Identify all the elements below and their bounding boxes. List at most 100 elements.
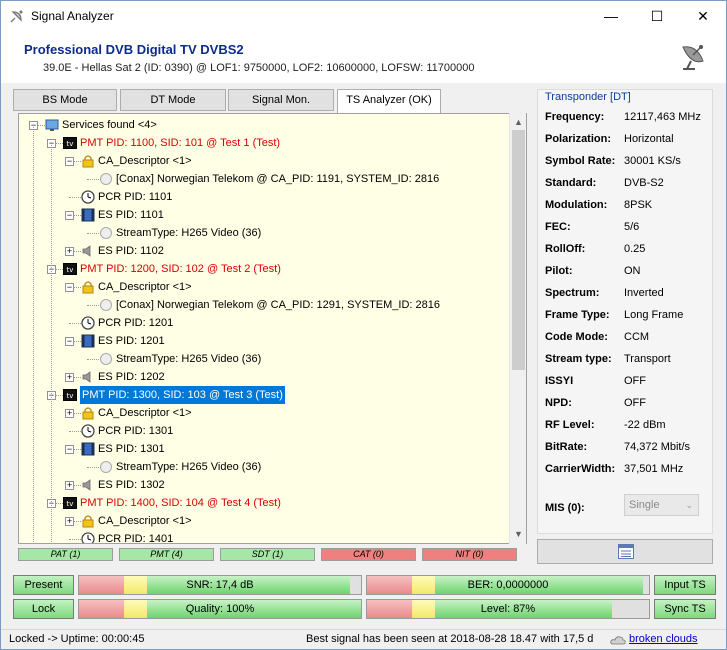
maximize-icon[interactable]: ☐ [634, 1, 680, 31]
tree-node[interactable]: − ES PID: 1201 [19, 332, 509, 350]
tab-signal-mon[interactable]: Signal Mon. [228, 89, 334, 111]
status-pill-pat: PAT (1) [18, 548, 113, 561]
tree-node[interactable]: StreamType: H265 Video (36) [19, 224, 509, 242]
tree-node[interactable]: − tv PMT PID: 1300, SID: 103 @ Test 3 (Tes… [19, 386, 509, 404]
svg-text:tv: tv [67, 500, 74, 508]
list-window-icon [618, 544, 634, 559]
tree-node-label: ES PID: 1102 [98, 245, 164, 257]
transponder-field-value: CCM [624, 331, 650, 343]
service-tree[interactable]: − Services found <4> − tv PMT PID: 1100, SID… [18, 113, 527, 544]
tree-node[interactable]: − ES PID: 1101 [19, 206, 509, 224]
transponder-field-label: Code Mode: [545, 331, 608, 343]
transponder-field-value: OFF [624, 375, 646, 387]
tv-icon: tv [63, 497, 77, 509]
tree-node[interactable]: − ES PID: 1301 [19, 440, 509, 458]
tree-node[interactable]: − tv PMT PID: 1100, SID: 101 @ Test 1 (Tes… [19, 134, 509, 152]
expand-icon[interactable]: + [65, 517, 74, 526]
circle-icon [100, 353, 112, 365]
ber-meter: BER: 0,0000000 [366, 575, 650, 595]
collapse-icon[interactable]: − [65, 445, 74, 454]
status-pill-nit: NIT (0) [422, 548, 517, 561]
circle-icon [100, 173, 112, 185]
svg-text:tv: tv [67, 392, 74, 400]
details-list-button[interactable] [537, 539, 713, 564]
clock-icon [81, 190, 95, 204]
tab-dt-mode[interactable]: DT Mode [120, 89, 226, 111]
tree-node[interactable]: PCR PID: 1301 [19, 422, 509, 440]
mis-select-value: Single [629, 499, 660, 511]
close-icon[interactable]: ✕ [680, 1, 726, 31]
tree-node[interactable]: + ES PID: 1102 [19, 242, 509, 260]
snr-text: SNR: 17,4 dB [186, 579, 254, 591]
tree-node[interactable]: PCR PID: 1101 [19, 188, 509, 206]
signal-analyzer-window: Signal Analyzer — ☐ ✕ Professional DVB D… [0, 0, 727, 650]
header: Professional DVB Digital TV DVBS2 39.0E … [1, 31, 726, 83]
tree-node[interactable]: + ES PID: 1202 [19, 368, 509, 386]
tree-node[interactable]: StreamType: H265 Video (36) [19, 458, 509, 476]
expand-icon[interactable]: + [65, 481, 74, 490]
tv-icon: tv [63, 137, 77, 149]
lock-icon [82, 281, 94, 294]
tree-node-label: PCR PID: 1301 [98, 425, 174, 437]
ber-text: BER: 0,0000000 [467, 579, 549, 591]
transponder-field-value: Transport [624, 353, 671, 365]
transponder-field-value: 30001 KS/s [624, 155, 681, 167]
clock-icon [81, 424, 95, 438]
sync-ts-indicator: Sync TS [654, 599, 716, 619]
tree-connector [69, 431, 81, 432]
tree-connector [87, 305, 99, 306]
tree-node[interactable]: StreamType: H265 Video (36) [19, 350, 509, 368]
clock-icon [81, 532, 95, 543]
tab-ts-analyzer[interactable]: TS Analyzer (OK) [337, 89, 441, 113]
scroll-down-icon[interactable]: ▼ [514, 529, 523, 539]
tree-node[interactable]: + CA_Descriptor <1> [19, 404, 509, 422]
weather-link[interactable]: broken clouds [629, 633, 698, 645]
tree-connector [87, 359, 99, 360]
clock-icon [81, 316, 95, 330]
expand-icon[interactable]: + [65, 409, 74, 418]
lock-indicator: Lock [13, 599, 74, 619]
tree-node-label: ES PID: 1302 [98, 479, 165, 491]
tree-guide-line [51, 143, 52, 543]
app-satellite-icon [10, 10, 23, 23]
cloud-icon [610, 636, 626, 645]
present-indicator: Present [13, 575, 74, 595]
tree-node[interactable]: + CA_Descriptor <1> [19, 512, 509, 530]
expand-icon[interactable]: + [65, 373, 74, 382]
quality-meter: Quality: 100% [78, 599, 362, 619]
mis-select[interactable]: Single ⌄ [624, 494, 699, 516]
scroll-up-icon[interactable]: ▲ [514, 117, 523, 127]
tree-node[interactable]: − tv PMT PID: 1400, SID: 104 @ Test 4 (Tes… [19, 494, 509, 512]
mis-label: MIS (0): [545, 502, 585, 514]
tree-node[interactable]: − CA_Descriptor <1> [19, 152, 509, 170]
transponder-field-label: ISSYI [545, 375, 574, 387]
scroll-thumb[interactable] [512, 130, 525, 370]
collapse-icon[interactable]: − [65, 157, 74, 166]
film-icon [81, 442, 95, 456]
tree-connector [87, 233, 99, 234]
tree-node[interactable]: − tv PMT PID: 1200, SID: 102 @ Test 2 (Tes… [19, 260, 509, 278]
tree-node[interactable]: PCR PID: 1401 [19, 530, 509, 543]
tree-node[interactable]: − CA_Descriptor <1> [19, 278, 509, 296]
collapse-icon[interactable]: − [65, 211, 74, 220]
best-signal-status: Best signal has been seen at 2018-08-28 … [306, 633, 594, 645]
svg-text:tv: tv [67, 140, 74, 148]
tab-bs-mode[interactable]: BS Mode [13, 89, 117, 111]
tree-node[interactable]: − Services found <4> [19, 116, 509, 134]
tree-node[interactable]: + ES PID: 1302 [19, 476, 509, 494]
collapse-icon[interactable]: − [65, 283, 74, 292]
tree-node-label: [Conax] Norwegian Telekom @ CA_PID: 1191… [116, 173, 440, 185]
expand-icon[interactable]: + [65, 247, 74, 256]
lock-icon [82, 407, 94, 420]
tree-scrollbar[interactable]: ▲ ▼ [509, 113, 526, 544]
tree-node[interactable]: [Conax] Norwegian Telekom @ CA_PID: 1291… [19, 296, 509, 314]
tree-node-label: PCR PID: 1201 [98, 317, 174, 329]
minimize-icon[interactable]: — [588, 1, 634, 31]
circle-icon [100, 461, 112, 473]
collapse-icon[interactable]: − [65, 337, 74, 346]
transponder-field-label: FEC: [545, 221, 571, 233]
tree-connector [69, 539, 81, 540]
transponder-field-label: Frequency: [545, 111, 605, 123]
tree-node[interactable]: [Conax] Norwegian Telekom @ CA_PID: 1191… [19, 170, 509, 188]
tree-node[interactable]: PCR PID: 1201 [19, 314, 509, 332]
